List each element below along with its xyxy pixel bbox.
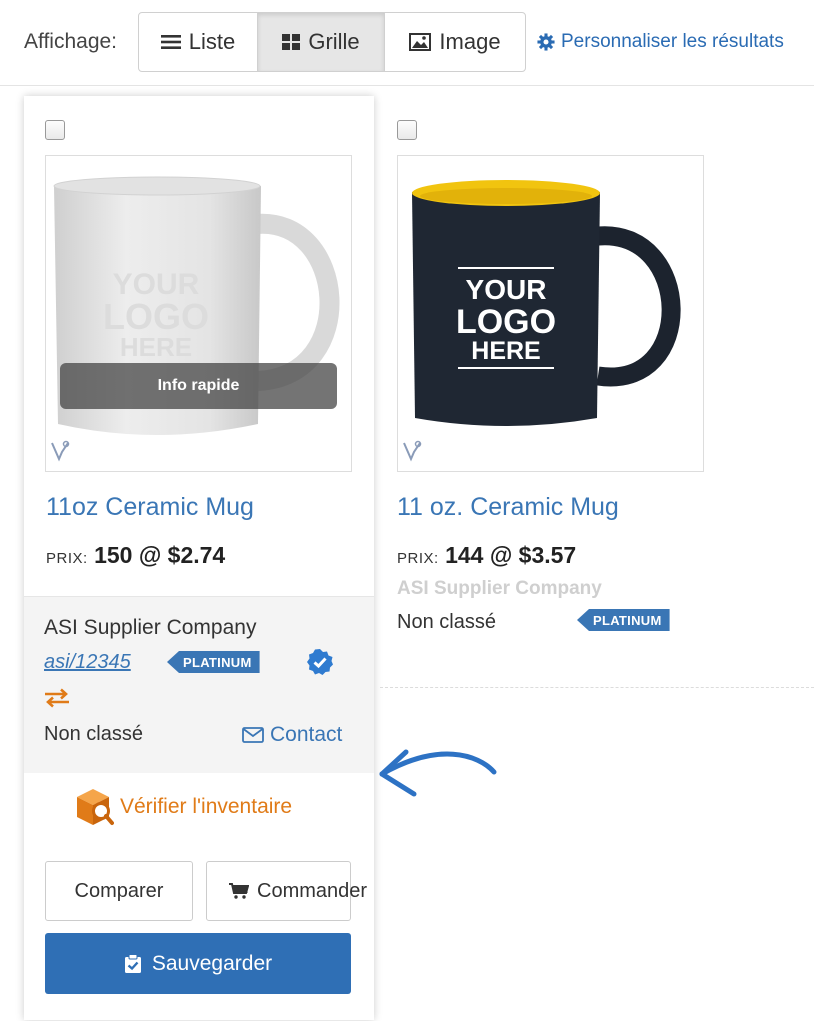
product-select-checkbox[interactable]: [45, 120, 65, 140]
product-image[interactable]: YOUR LOGO HERE Info rapide: [45, 155, 352, 472]
price-value: 150 @ $2.74: [94, 542, 226, 568]
order-label: Commander: [257, 879, 368, 902]
check-inventory-link[interactable]: Vérifier l'inventaire: [74, 786, 292, 828]
product-price: PRIX: 144 @ $3.57: [397, 542, 576, 569]
view-image-label: Image: [439, 29, 501, 54]
price-label: PRIX:: [397, 550, 439, 567]
supplier-name[interactable]: ASI Supplier Company: [397, 578, 602, 600]
customize-results-label: Personnaliser les résultats: [561, 31, 784, 52]
list-icon: [160, 34, 181, 50]
results-toolbar: Affichage: Liste Grille Image Personnali…: [0, 0, 814, 86]
view-list-label: Liste: [188, 29, 236, 54]
mug-logo-line: LOGO: [456, 303, 556, 341]
product-select-checkbox[interactable]: [397, 120, 417, 140]
product-card: YOUR LOGO HERE Info rapide 11oz Ceramic …: [24, 96, 374, 1020]
product-image[interactable]: YOUR LOGO HERE: [397, 155, 704, 472]
order-button[interactable]: Commander: [206, 861, 367, 921]
inventory-box-icon: [74, 786, 114, 828]
image-icon: [409, 33, 432, 51]
save-clipboard-icon: [124, 953, 142, 974]
verified-check-icon: [306, 648, 334, 681]
view-grid-button[interactable]: Grille: [257, 12, 385, 72]
compare-button[interactable]: Comparer: [45, 861, 193, 921]
mug-logo-line: HERE: [120, 332, 192, 362]
grid-icon: [282, 34, 301, 50]
save-button[interactable]: Sauvegarder: [45, 933, 351, 994]
annotation-arrow: [379, 749, 497, 797]
gear-icon: [537, 33, 555, 51]
asi-number-link[interactable]: asi/12345: [44, 651, 131, 674]
contact-label: Contact: [270, 723, 343, 746]
view-list-button[interactable]: Liste: [138, 12, 258, 72]
save-label: Sauvegarder: [151, 951, 273, 975]
platinum-badge: PLATINUM: [577, 609, 670, 631]
view-grid-label: Grille: [308, 29, 360, 54]
mug-logo-line: LOGO: [103, 296, 209, 337]
contact-link[interactable]: Contact: [242, 723, 342, 747]
price-label: PRIX:: [46, 550, 88, 567]
transfer-arrows-icon[interactable]: [44, 688, 70, 713]
supplier-name[interactable]: ASI Supplier Company: [44, 616, 256, 640]
mug-logo-line: HERE: [471, 337, 540, 365]
mug-logo-line: YOUR: [466, 274, 547, 305]
white-mug-image: YOUR LOGO HERE: [53, 176, 340, 435]
supplier-panel: ASI Supplier Company asi/12345 PLATINUM …: [24, 596, 374, 773]
view-toggle-group: Liste Grille Image: [138, 12, 526, 72]
virtual-sample-icon[interactable]: [402, 440, 422, 467]
black-mug-image: YOUR LOGO HERE: [412, 180, 681, 426]
product-price: PRIX: 150 @ $2.74: [46, 542, 225, 569]
platinum-badge: PLATINUM: [167, 651, 260, 673]
view-label: Affichage:: [24, 30, 118, 53]
customize-results-link[interactable]: Personnaliser les résultats: [537, 31, 784, 53]
virtual-sample-icon[interactable]: [50, 440, 70, 467]
check-inventory-label: Vérifier l'inventaire: [120, 795, 293, 818]
envelope-icon: [242, 727, 264, 743]
quick-info-button[interactable]: Info rapide: [60, 363, 337, 409]
product-title-link[interactable]: 11oz Ceramic Mug: [46, 493, 254, 522]
rating-status: Non classé: [44, 723, 143, 745]
price-value: 144 @ $3.57: [445, 542, 577, 568]
rating-status: Non classé: [397, 611, 496, 633]
view-image-button[interactable]: Image: [384, 12, 526, 72]
cart-icon: [229, 883, 249, 899]
product-title-link[interactable]: 11 oz. Ceramic Mug: [397, 493, 619, 522]
product-card: YOUR LOGO HERE 11 oz. Ceramic Mug PRIX: …: [380, 96, 814, 688]
